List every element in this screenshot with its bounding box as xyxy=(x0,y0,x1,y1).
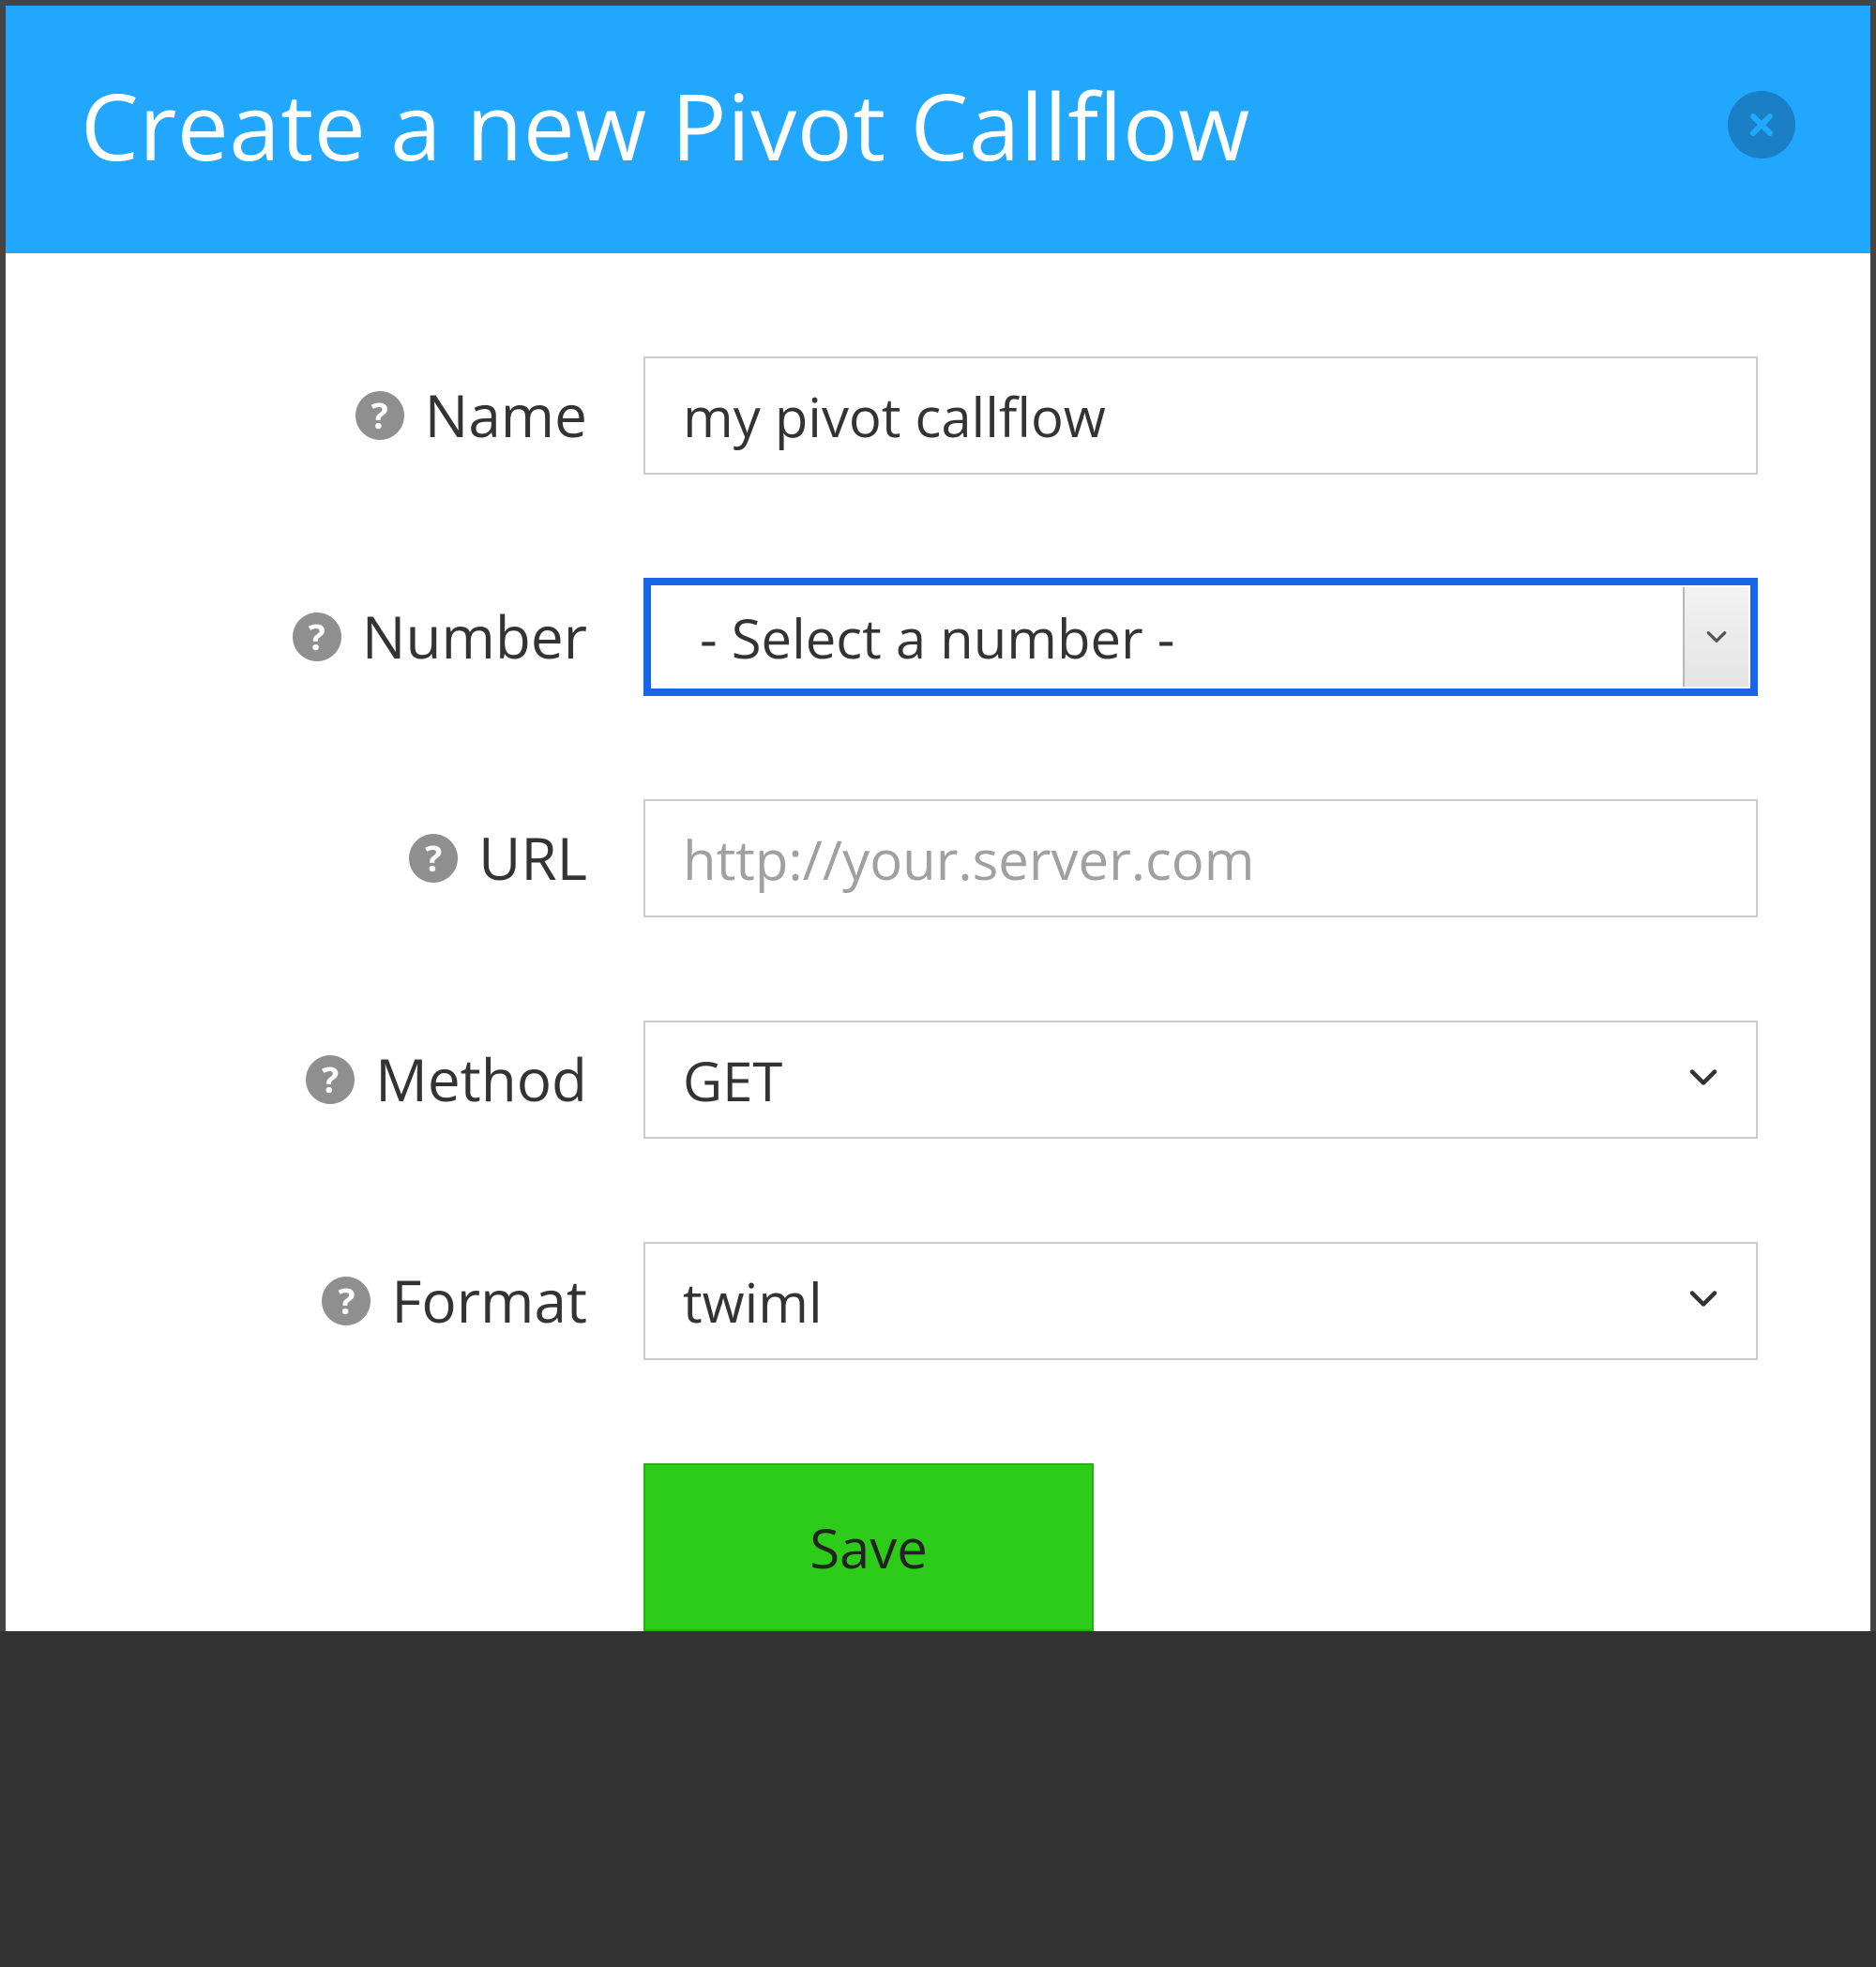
format-select-value: twiml xyxy=(643,1242,1758,1360)
format-label: Format xyxy=(391,1262,587,1340)
name-row: ? Name xyxy=(118,356,1758,475)
save-button[interactable]: Save xyxy=(643,1463,1094,1631)
number-label-wrap: ? Number xyxy=(118,598,643,676)
help-icon[interactable]: ? xyxy=(293,613,341,661)
number-select-value: - Select a number - xyxy=(643,578,1758,696)
help-icon[interactable]: ? xyxy=(322,1277,371,1325)
url-input[interactable] xyxy=(643,799,1758,917)
help-icon[interactable]: ? xyxy=(356,391,404,440)
help-icon[interactable]: ? xyxy=(409,834,458,883)
modal-header: Create a new Pivot Callflow xyxy=(6,6,1870,253)
method-row: ? Method GET xyxy=(118,1021,1758,1139)
format-label-wrap: ? Format xyxy=(118,1262,643,1340)
close-button[interactable] xyxy=(1728,91,1795,159)
method-select-value: GET xyxy=(643,1021,1758,1139)
url-row: ? URL xyxy=(118,799,1758,917)
format-select[interactable]: twiml xyxy=(643,1242,1758,1360)
close-icon xyxy=(1745,108,1778,142)
format-row: ? Format twiml xyxy=(118,1242,1758,1360)
method-label: Method xyxy=(375,1040,587,1119)
number-row: ? Number - Select a number - xyxy=(118,578,1758,696)
button-row: Save xyxy=(118,1463,1758,1631)
url-label: URL xyxy=(478,819,587,898)
method-select[interactable]: GET xyxy=(643,1021,1758,1139)
help-icon[interactable]: ? xyxy=(306,1055,355,1104)
method-label-wrap: ? Method xyxy=(118,1040,643,1119)
url-label-wrap: ? URL xyxy=(118,819,643,898)
name-input[interactable] xyxy=(643,356,1758,475)
modal-body: ? Name ? Number - Select a number - xyxy=(6,253,1870,1631)
modal-title: Create a new Pivot Callflow xyxy=(81,62,1250,188)
name-label-wrap: ? Name xyxy=(118,376,643,455)
name-label: Name xyxy=(425,376,587,455)
number-label: Number xyxy=(362,598,587,676)
number-select[interactable]: - Select a number - xyxy=(643,578,1758,696)
create-pivot-callflow-modal: Create a new Pivot Callflow ? Name ? Num… xyxy=(0,0,1876,1631)
